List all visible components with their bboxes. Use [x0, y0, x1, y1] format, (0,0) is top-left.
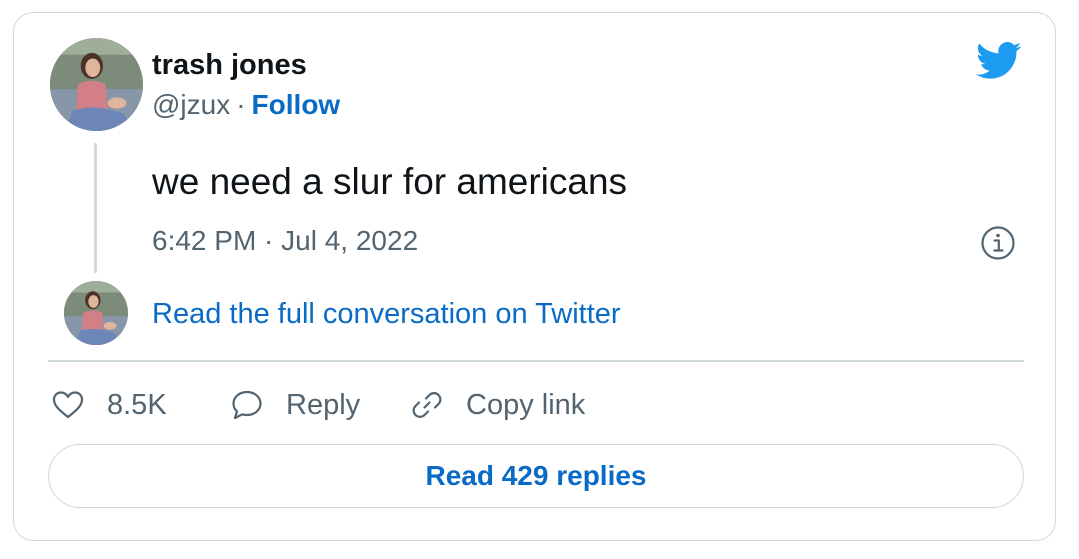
copy-link-button[interactable]: Copy link [410, 387, 585, 423]
like-count: 8.5K [107, 388, 167, 421]
author-avatar-small[interactable] [64, 281, 128, 345]
speech-bubble-icon [232, 390, 262, 420]
heart-icon [52, 391, 84, 419]
author-handle[interactable]: @jzux [152, 89, 230, 120]
reply-button[interactable]: Reply [230, 387, 360, 423]
author-handle-row: @jzux · Follow [152, 89, 340, 121]
link-icon [412, 392, 442, 418]
read-replies-button[interactable]: Read 429 replies [48, 444, 1024, 508]
like-button[interactable]: 8.5K [51, 387, 167, 423]
author-display-name[interactable]: trash jones [152, 49, 307, 82]
author-avatar[interactable] [50, 38, 143, 131]
tweet-timestamp[interactable]: 6:42 PM · Jul 4, 2022 [152, 225, 418, 257]
handle-separator: · [236, 89, 246, 120]
tweet-card: trash jones @jzux · Follow we need a slur … [13, 12, 1056, 541]
thread-line [94, 143, 97, 273]
twitter-bird-icon[interactable] [976, 41, 1022, 81]
info-icon[interactable] [980, 225, 1016, 261]
tweet-text: we need a slur for americans [152, 161, 628, 202]
follow-link[interactable]: Follow [252, 89, 341, 120]
copy-link-label: Copy link [466, 388, 586, 421]
divider [48, 360, 1024, 362]
reply-label: Reply [286, 388, 361, 421]
read-conversation-link[interactable]: Read the full conversation on Twitter [152, 298, 621, 331]
